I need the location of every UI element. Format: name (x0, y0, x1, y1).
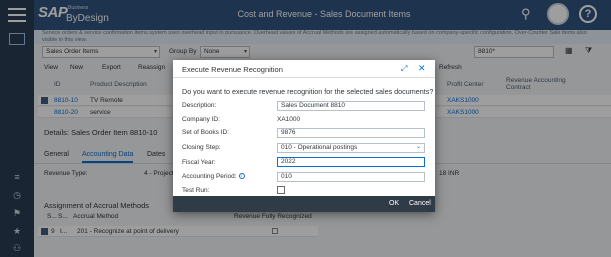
period-label-text: Accounting Period: (182, 173, 237, 180)
books-value: 9876 (281, 129, 296, 136)
cancel-button[interactable]: Cancel (409, 200, 431, 207)
books-label: Set of Books ID: (182, 129, 229, 136)
test-run-checkbox[interactable] (277, 186, 285, 194)
closing-value: 010 - Operational postings (281, 144, 358, 151)
description-value: Sales Document 8810 (281, 102, 345, 109)
dialog-footer: OK Cancel (173, 196, 435, 212)
dialog-header: Execute Revenue Recognition ⤢ ✕ (173, 60, 435, 78)
info-icon[interactable]: i (238, 173, 245, 180)
books-field[interactable]: 9876 (277, 128, 425, 138)
chevron-down-icon: ⌄ (415, 144, 421, 150)
closing-step-select[interactable]: 010 - Operational postings ⌄ (277, 143, 425, 153)
expand-icon[interactable]: ⤢ (401, 64, 407, 74)
company-label: Company ID: (182, 116, 220, 123)
revenue-recognition-dialog: Execute Revenue Recognition ⤢ ✕ Do you w… (173, 60, 435, 212)
dialog-question: Do you want to execute revenue recogniti… (182, 87, 434, 96)
close-icon[interactable]: ✕ (418, 63, 426, 74)
fiscal-label: Fiscal Year: (182, 159, 216, 166)
fiscal-year-field[interactable]: 2022 (277, 157, 425, 167)
closing-label: Closing Step: (182, 144, 221, 151)
ok-button[interactable]: OK (389, 200, 399, 207)
description-label: Description: (182, 102, 217, 109)
period-label: Accounting Period: i (182, 173, 245, 180)
fiscal-value: 2022 (281, 158, 296, 165)
period-value: 010 (281, 173, 292, 180)
testrun-label: Test Run: (182, 187, 210, 194)
company-value: XA1000 (277, 116, 301, 123)
dialog-title: Execute Revenue Recognition (182, 65, 283, 74)
accounting-period-field[interactable]: 010 (277, 172, 425, 182)
description-field[interactable]: Sales Document 8810 (277, 101, 425, 111)
